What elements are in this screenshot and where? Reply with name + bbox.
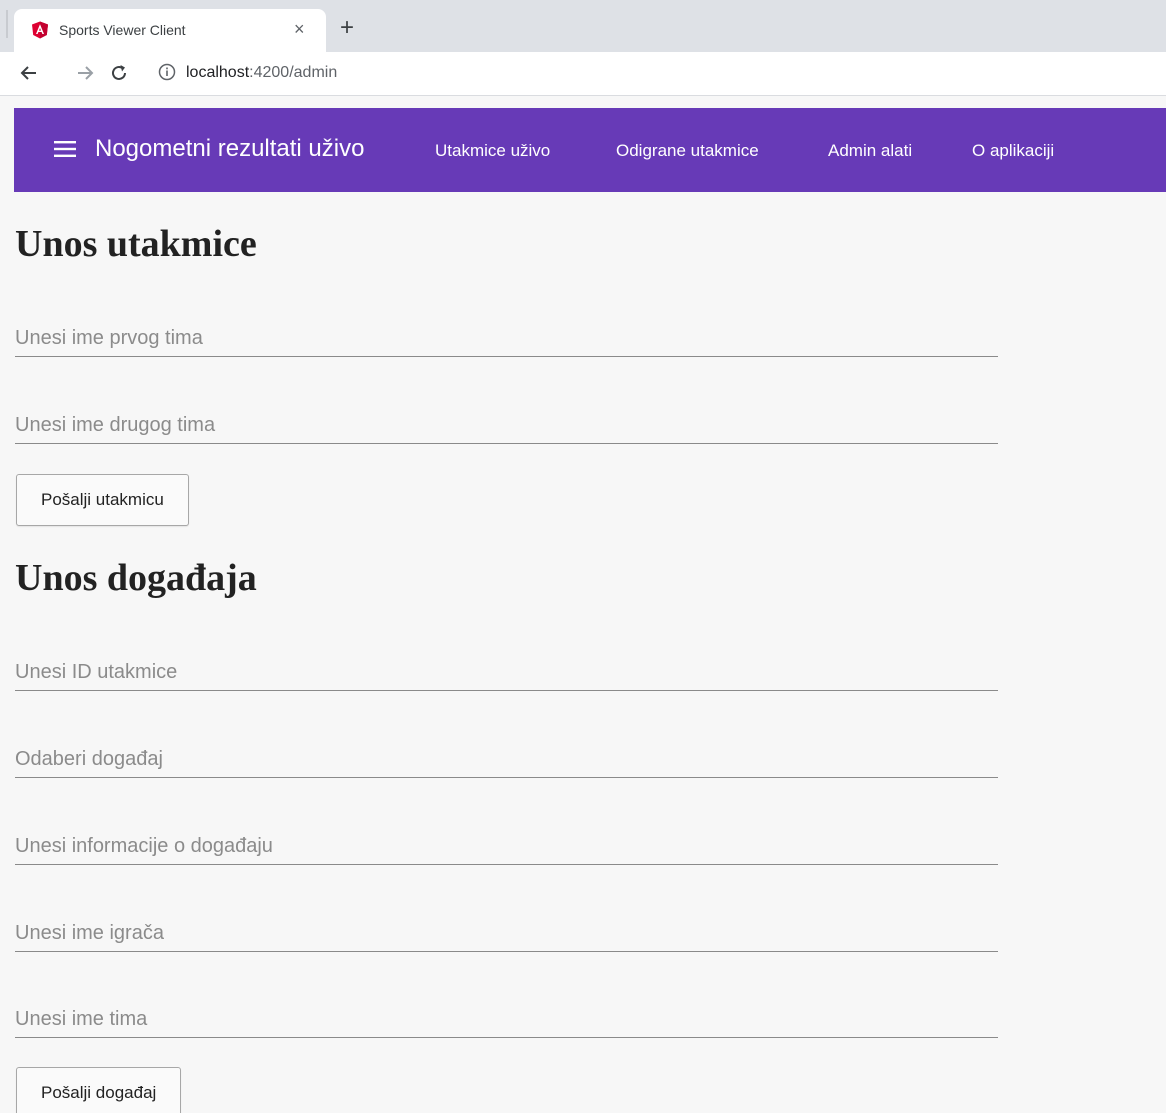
forward-arrow-icon[interactable] xyxy=(74,62,96,84)
event-info-field[interactable] xyxy=(15,825,998,865)
address-host: localhost xyxy=(186,64,250,81)
angular-icon xyxy=(32,21,48,39)
team-name-input[interactable] xyxy=(15,1008,998,1031)
reload-icon[interactable] xyxy=(108,62,130,84)
tab-edge xyxy=(6,10,8,38)
player-name-field[interactable] xyxy=(15,912,998,952)
app-toolbar: Nogometni rezultati uživo Utakmice uživo… xyxy=(14,108,1166,192)
tab-title: Sports Viewer Client xyxy=(59,22,186,38)
close-tab-icon[interactable]: × xyxy=(294,18,305,40)
first-team-field[interactable] xyxy=(15,317,998,357)
nav-link-live-matches[interactable]: Utakmice uživo xyxy=(435,141,550,161)
browser-toolbar: localhost:4200/admin xyxy=(0,52,1166,96)
event-type-select[interactable] xyxy=(15,748,998,771)
first-team-input[interactable] xyxy=(15,327,998,350)
match-form-heading: Unos utakmice xyxy=(15,223,257,265)
nav-link-about[interactable]: O aplikaciji xyxy=(972,141,1054,161)
back-arrow-icon[interactable] xyxy=(18,62,40,84)
nav-link-played-matches[interactable]: Odigrane utakmice xyxy=(616,141,759,161)
info-icon[interactable] xyxy=(158,63,176,81)
nav-link-admin-tools[interactable]: Admin alati xyxy=(828,141,912,161)
browser-tab[interactable]: Sports Viewer Client × xyxy=(14,9,326,52)
address-path: :4200/admin xyxy=(249,64,338,81)
player-name-input[interactable] xyxy=(15,922,998,945)
event-info-input[interactable] xyxy=(15,835,998,858)
submit-match-button[interactable]: Pošalji utakmicu xyxy=(16,474,189,526)
event-type-field[interactable] xyxy=(15,738,998,778)
browser-tab-strip: Sports Viewer Client × + xyxy=(0,0,1166,52)
app-title: Nogometni rezultati uživo xyxy=(95,135,365,162)
match-id-input[interactable] xyxy=(15,661,998,684)
address-bar[interactable]: localhost:4200/admin xyxy=(186,64,337,82)
team-name-field[interactable] xyxy=(15,998,998,1038)
new-tab-icon[interactable]: + xyxy=(340,16,354,40)
event-form-heading: Unos događaja xyxy=(15,557,257,599)
second-team-input[interactable] xyxy=(15,414,998,437)
submit-event-button[interactable]: Pošalji događaj xyxy=(16,1067,182,1113)
match-id-field[interactable] xyxy=(15,651,998,691)
second-team-field[interactable] xyxy=(15,404,998,444)
hamburger-menu-icon[interactable] xyxy=(54,140,76,158)
